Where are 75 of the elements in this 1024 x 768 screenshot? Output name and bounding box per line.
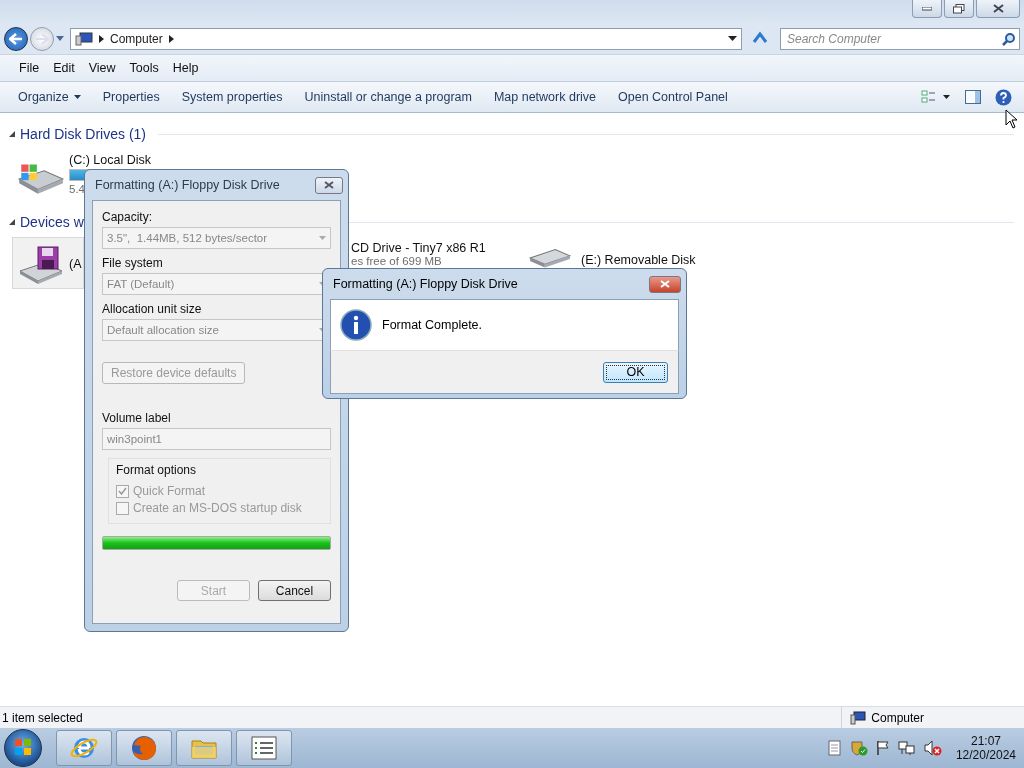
dialog-title: Formatting (A:) Floppy Disk Drive [333, 277, 518, 291]
toolbar-button[interactable]: Organize [10, 87, 89, 107]
field-label: File system [102, 256, 164, 270]
field-label: Allocation unit size [102, 302, 203, 316]
expanded-icon[interactable] [8, 130, 16, 138]
network-icon[interactable] [897, 740, 916, 756]
restore-icon [953, 3, 965, 14]
group-title: Format options [116, 463, 198, 477]
list-window-icon [249, 733, 279, 763]
fox-globe-icon [129, 733, 159, 763]
close-button[interactable] [315, 176, 343, 194]
info-icon [340, 309, 372, 341]
search-field[interactable]: Search Computer [780, 28, 1020, 50]
view-options-icon[interactable] [921, 90, 951, 104]
field-label: Capacity: [102, 210, 154, 224]
close-icon [660, 280, 670, 288]
toolbar-button[interactable]: Open Control Panel [610, 87, 736, 107]
drive-tile[interactable]: (E:) Removable Disk [524, 237, 779, 289]
drive-name: (E:) Removable Disk [581, 253, 696, 267]
flag-icon[interactable] [875, 740, 890, 756]
removable-drive-icon [529, 249, 571, 268]
clock[interactable]: 21:07 12/20/2024 [955, 734, 1016, 762]
chevron-icon[interactable] [168, 35, 174, 43]
toolbar-button[interactable]: System properties [173, 87, 291, 107]
close-icon [992, 4, 1004, 13]
four-squares-icon [13, 736, 33, 757]
taskbar-button[interactable] [116, 730, 172, 766]
dialog-title: Formatting (A:) Floppy Disk Drive [95, 178, 280, 192]
dropdown-icon[interactable] [728, 36, 737, 42]
checkmark-icon [118, 487, 127, 495]
close-icon [324, 181, 334, 189]
menu-item[interactable]: Edit [46, 59, 82, 77]
back-arrow-icon [9, 33, 23, 45]
close-button[interactable] [976, 0, 1020, 18]
mouse-cursor-icon [1005, 109, 1018, 129]
muted-speaker-icon[interactable] [923, 740, 942, 756]
field-label: Volume label [102, 411, 172, 425]
ok-button[interactable]: OK [603, 361, 668, 383]
drive-detail: 5.4 [69, 183, 85, 195]
restore-button[interactable] [944, 0, 974, 18]
menu-item[interactable]: View [81, 59, 123, 77]
search-icon[interactable] [1002, 32, 1016, 46]
status-text: 1 item selected [2, 710, 83, 725]
drive-name: (C:) Local Disk [69, 153, 151, 167]
address-bar[interactable]: Computer [70, 28, 742, 50]
computer-icon [850, 710, 867, 725]
close-button[interactable] [649, 275, 681, 293]
menu-item[interactable]: Help [165, 59, 206, 77]
status-location: Computer [871, 710, 924, 725]
toolbar-button[interactable]: Uninstall or change a program [296, 87, 480, 107]
chevron-icon[interactable] [99, 35, 104, 43]
computer-icon [75, 32, 93, 46]
section-header: Hard Disk Drives (1) [20, 126, 146, 142]
preview-pane-icon[interactable] [965, 90, 981, 104]
toolbar-button[interactable]: Map network drive [485, 87, 605, 107]
toolbar-button[interactable]: Properties [94, 87, 168, 107]
forward-arrow-icon [35, 33, 49, 45]
taskbar-button[interactable] [236, 730, 292, 766]
message-text: Format Complete. [382, 318, 483, 332]
section-header: Devices w [20, 214, 84, 230]
history-dropdown-icon[interactable] [56, 36, 64, 42]
expanded-icon[interactable] [8, 218, 16, 226]
back-button[interactable] [4, 27, 28, 51]
menu-item[interactable]: Tools [122, 59, 166, 77]
drive-tile[interactable]: (A [12, 237, 84, 289]
taskbar-button[interactable] [56, 730, 112, 766]
menu-item[interactable]: File [12, 59, 47, 77]
drive-name: (A [69, 257, 82, 271]
drive-detail: es free of 699 MB [351, 255, 442, 267]
breadcrumb[interactable]: Computer [110, 32, 163, 46]
help-icon[interactable] [995, 88, 1012, 106]
start-button[interactable] [4, 729, 42, 767]
drive-name: CD Drive - Tiny7 x86 R1 [351, 241, 486, 255]
minimize-icon [922, 6, 932, 11]
document-icon[interactable] [827, 740, 842, 756]
